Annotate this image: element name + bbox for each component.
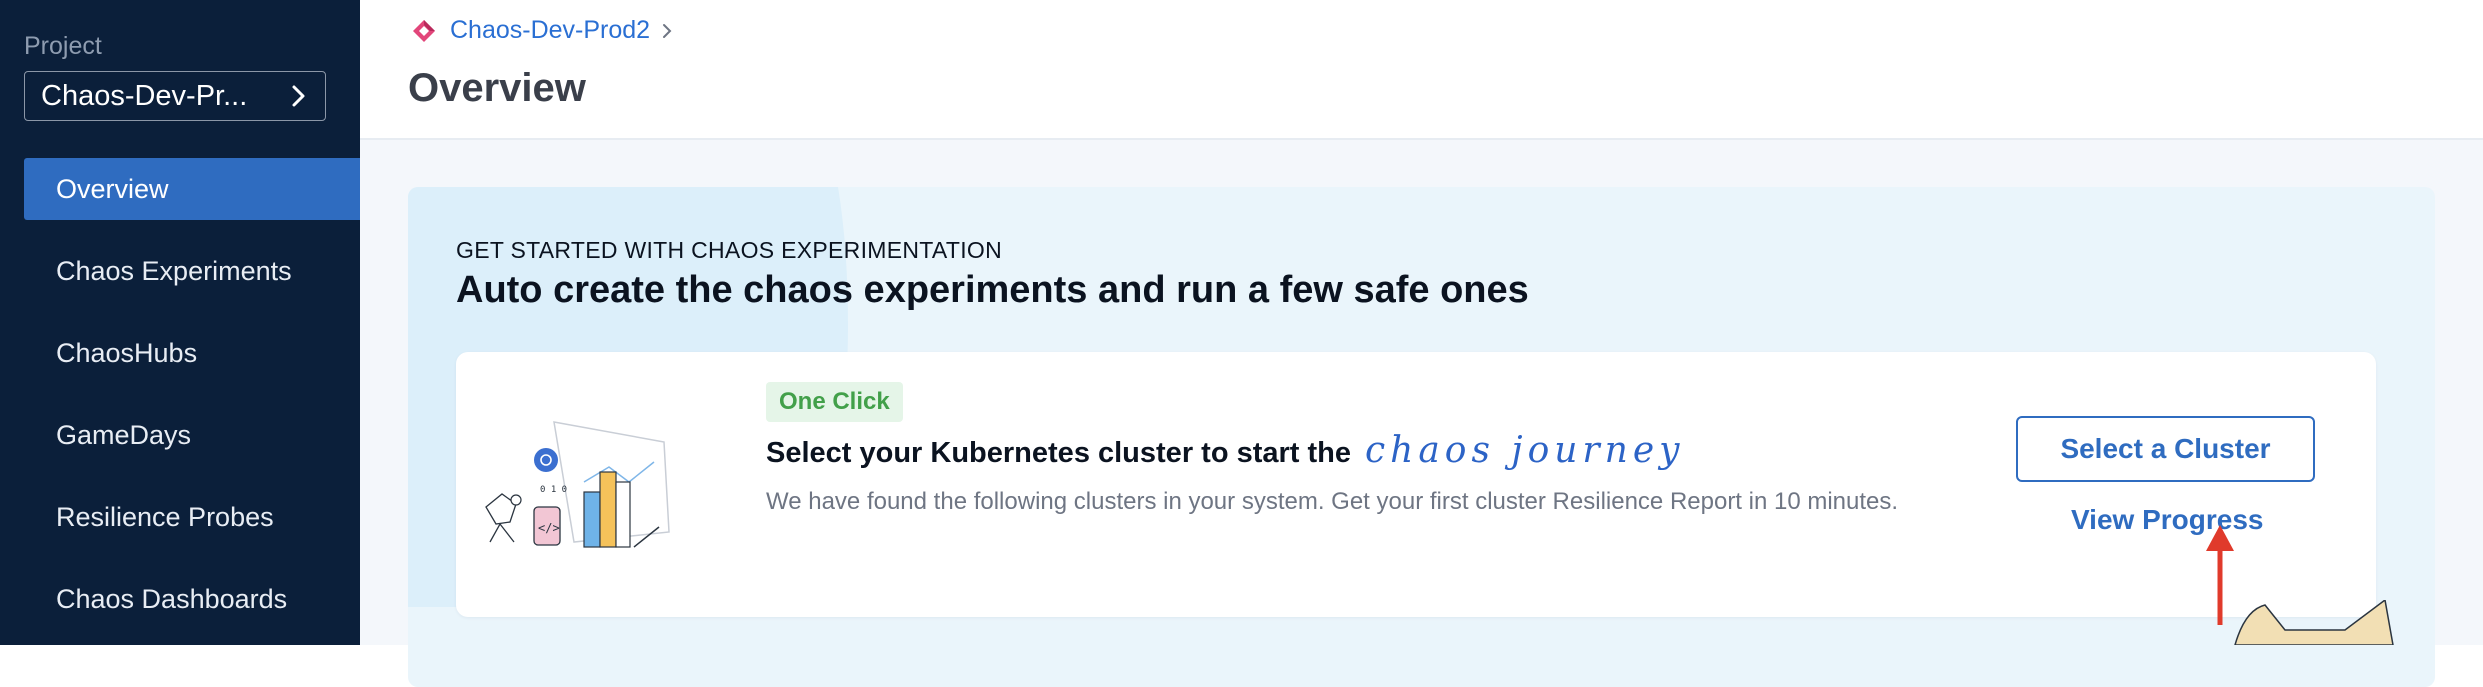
sidebar-item-label: Overview bbox=[56, 173, 169, 204]
sidebar-item-label: Resilience Probes bbox=[56, 501, 274, 532]
sidebar-item-label: Chaos Experiments bbox=[56, 255, 292, 286]
sidebar-item-overview[interactable]: Overview bbox=[24, 158, 360, 220]
card-title: Select your Kubernetes cluster to start … bbox=[766, 430, 1684, 471]
chevron-right-icon bbox=[292, 85, 305, 107]
sidebar-item-label: ChaosHubs bbox=[56, 337, 198, 368]
main-content: GET STARTED WITH CHAOS EXPERIMENTATION A… bbox=[360, 140, 2483, 687]
section-headline: Auto create the chaos experiments and ru… bbox=[456, 269, 1529, 311]
sidebar-item-label: Chaos Dashboards bbox=[56, 583, 288, 614]
sidebar-nav: Overview Chaos Experiments ChaosHubs Gam… bbox=[24, 158, 360, 650]
chaos-illustration-icon: </> 0 1 0 bbox=[485, 421, 670, 548]
sidebar-item-chaos-experiments[interactable]: Chaos Experiments bbox=[24, 240, 360, 302]
mascot-icon bbox=[2234, 600, 2394, 645]
chevron-right-icon bbox=[663, 23, 672, 38]
svg-text:</>: </> bbox=[538, 521, 560, 535]
card-title-script: chaos journey bbox=[1365, 430, 1685, 471]
project-label: Project bbox=[24, 32, 102, 60]
card-title-text: Select your Kubernetes cluster to start … bbox=[766, 437, 1351, 469]
breadcrumb: Chaos-Dev-Prod2 bbox=[410, 16, 674, 45]
section-eyebrow: GET STARTED WITH CHAOS EXPERIMENTATION bbox=[456, 237, 1002, 263]
get-started-panel: GET STARTED WITH CHAOS EXPERIMENTATION A… bbox=[408, 187, 2435, 687]
svg-text:0 1 0: 0 1 0 bbox=[540, 485, 567, 495]
page-header: Chaos-Dev-Prod2 Overview bbox=[360, 0, 2483, 140]
project-selector[interactable]: Chaos-Dev-Pr... bbox=[24, 71, 326, 121]
breadcrumb-link-project[interactable]: Chaos-Dev-Prod2 bbox=[450, 16, 650, 45]
card-description: We have found the following clusters in … bbox=[766, 488, 1899, 515]
one-click-badge: One Click bbox=[766, 382, 903, 422]
chaos-module-icon bbox=[413, 19, 435, 42]
sidebar: Project Chaos-Dev-Pr... Overview Chaos E… bbox=[0, 0, 360, 645]
sidebar-item-resilience-probes[interactable]: Resilience Probes bbox=[24, 486, 360, 548]
select-cluster-button[interactable]: Select a Cluster bbox=[2016, 416, 2315, 482]
sidebar-item-gamedays[interactable]: GameDays bbox=[24, 404, 360, 466]
sidebar-item-chaos-dashboards[interactable]: Chaos Dashboards bbox=[24, 568, 360, 630]
cluster-card: </> 0 1 0 One Click Select your Kubernet… bbox=[456, 352, 2376, 617]
page-title: Overview bbox=[408, 66, 586, 110]
sidebar-item-chaoshubs[interactable]: ChaosHubs bbox=[24, 322, 360, 384]
sidebar-item-label: GameDays bbox=[56, 419, 192, 450]
project-name: Chaos-Dev-Pr... bbox=[41, 79, 248, 112]
